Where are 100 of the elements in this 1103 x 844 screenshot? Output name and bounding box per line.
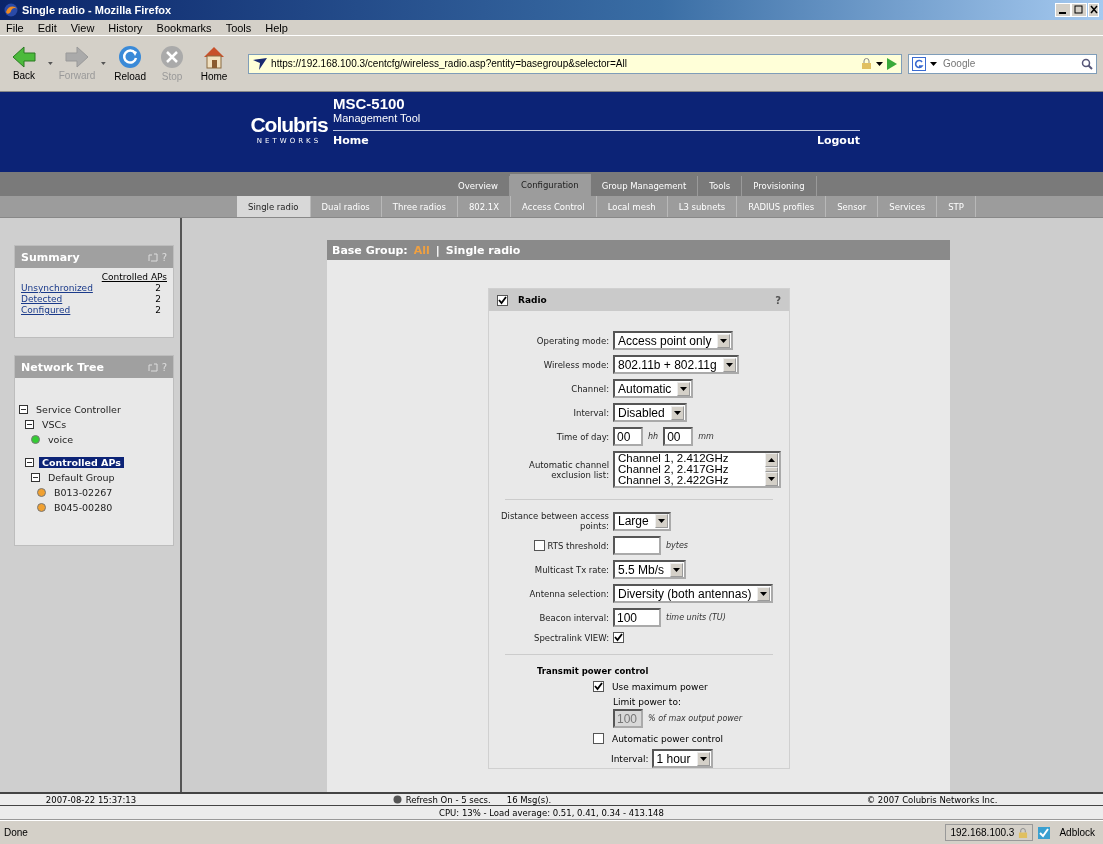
tree-item[interactable]: Controlled APs [39, 457, 124, 468]
tree-item[interactable]: Default Group [45, 472, 118, 483]
refresh-status-icon [392, 795, 402, 804]
channel-list[interactable]: Channel 1, 2.412GHz Channel 2, 2.417GHz Channel 3, 2.422GHz [613, 451, 781, 488]
menu-item[interactable]: File [6, 21, 24, 34]
field-label: Beacon interval: [538, 612, 609, 623]
sub-tab[interactable]: Single radio [237, 196, 311, 217]
dropdown[interactable]: Diversity (both antennas) [613, 584, 774, 603]
lock-icon [1018, 827, 1029, 838]
window-title: Single radio - Mozilla Firefox [22, 4, 172, 16]
message-count[interactable]: 16 Msg(s). [506, 794, 552, 805]
forward-arrow-icon [64, 46, 91, 68]
field-label: Time of day: [555, 431, 609, 442]
toolbar-button[interactable]: Reload [112, 45, 149, 82]
search-field[interactable]: Google [908, 53, 1097, 74]
dropdown[interactable]: 5.5 Mb/s [613, 560, 687, 579]
host-status: 192.168.100.3 [945, 824, 1034, 841]
toolbar-button[interactable]: Home [196, 45, 233, 82]
menu-item[interactable]: Tools [225, 21, 252, 34]
field-label: Automatic channel exclusion list: [528, 459, 609, 480]
option-label: Use maximum power [612, 681, 708, 692]
logout-link[interactable]: Logout [816, 134, 860, 147]
product-name: MSC-5100 [333, 96, 406, 112]
field-label: Operating mode: [535, 335, 609, 346]
field-label: Antenna selection: [528, 588, 609, 599]
tree-item[interactable]: B045-00280 [51, 502, 116, 513]
tree-item[interactable]: Service Controller [33, 404, 124, 415]
input-field[interactable]: 100 [613, 608, 661, 627]
menu-item[interactable]: Help [265, 21, 288, 34]
summary-link[interactable]: Unsynchronized [21, 283, 93, 293]
menu-item[interactable]: History [108, 21, 143, 34]
unit-label: bytes [666, 541, 689, 550]
home-link[interactable]: Home [333, 134, 369, 147]
unit-label: % of max output power [648, 714, 743, 723]
menu-item[interactable]: Edit [37, 21, 57, 34]
field-label: RTS threshold: [547, 540, 609, 551]
summary-link[interactable]: Configured [21, 305, 71, 315]
globe-icon [4, 3, 18, 17]
checkbox[interactable] [593, 733, 604, 744]
dropdown-caret-icon[interactable] [101, 62, 107, 65]
hours-field[interactable]: 00 [613, 427, 643, 446]
minutes-field[interactable]: 00 [663, 427, 694, 446]
field-label: Distance between access points: [500, 511, 609, 531]
count: 2 [154, 305, 162, 315]
product-subtitle: Management Tool [333, 112, 422, 124]
tree-item[interactable]: B013-02267 [51, 487, 116, 498]
search-icon[interactable] [1081, 57, 1093, 70]
menu-item[interactable]: View [70, 21, 95, 34]
go-arrow-icon[interactable] [887, 57, 897, 70]
adblock-button[interactable]: Adblock [1055, 825, 1099, 840]
search-engine-icon [912, 56, 926, 71]
list-option[interactable]: Channel 2, 2.417GHz [618, 464, 765, 475]
field-label: Wireless mode: [542, 359, 609, 370]
unit-label: hh [648, 432, 659, 441]
caret-icon [930, 61, 937, 66]
checkbox[interactable] [533, 540, 545, 551]
summary-link[interactable]: Detected [21, 294, 63, 304]
checkbox[interactable] [613, 632, 624, 643]
copyright: © 2007 Colubris Networks Inc. [866, 794, 998, 805]
breadcrumb-page: Single radio [445, 243, 521, 257]
input-field[interactable] [613, 536, 661, 555]
tree-item[interactable]: voice [45, 434, 77, 445]
dropdown[interactable]: Automatic [613, 379, 694, 398]
field-label: Spectralink VIEW: [533, 632, 609, 643]
caret-icon [725, 362, 733, 367]
cpu-load: CPU: 13% - Load average: 0.51, 0.41, 0.34 - 413.148 [439, 807, 664, 818]
caret-icon [673, 410, 681, 415]
checkbox[interactable] [497, 294, 508, 306]
caret-icon [876, 61, 883, 66]
checkbox[interactable] [593, 681, 604, 692]
collapse-icon[interactable] [19, 405, 28, 414]
refresh-status: Refresh On - 5 secs. [405, 794, 491, 805]
collapse-icon[interactable] [25, 458, 34, 467]
collapse-icon[interactable] [31, 473, 40, 482]
collapse-icon[interactable] [25, 420, 34, 429]
help-link[interactable]: ? [775, 294, 781, 306]
dropdown[interactable]: Access point only [613, 331, 734, 350]
unit-label: time units (TU) [666, 613, 726, 622]
dropdown[interactable]: 1 hour [651, 749, 713, 768]
house-icon [202, 45, 227, 69]
scrollbar-drawing[interactable] [765, 453, 779, 486]
count: 2 [154, 294, 162, 304]
field-label: Multicast Tx rate: [533, 564, 609, 575]
tree-item[interactable]: VSCs [39, 419, 70, 430]
list-option[interactable]: Channel 3, 2.422GHz [618, 475, 765, 486]
list-option[interactable]: Channel 1, 2.412GHz [618, 453, 765, 464]
window-controls-drawing[interactable] [1055, 3, 1099, 17]
dropdown[interactable]: 802.11b + 802.11g [613, 355, 739, 374]
dropdown-caret-icon[interactable] [48, 62, 53, 65]
toolbar-button[interactable]: Back [6, 46, 42, 81]
dropdown[interactable]: Disabled [613, 403, 687, 422]
status-text: Done [4, 827, 29, 838]
column-heading: Controlled APs [101, 272, 167, 282]
caret-icon [657, 519, 665, 523]
dropdown[interactable]: Large [613, 511, 671, 531]
address-bar[interactable]: https://192.168.100.3/centcfg/wireless_radio.asp?entity=basegroup&selector=All [248, 53, 902, 74]
nav-tab[interactable]: Configuration [510, 174, 591, 196]
menu-item[interactable]: Bookmarks [156, 21, 212, 34]
caret-icon [699, 756, 707, 761]
field-label: Interval: [572, 407, 609, 418]
